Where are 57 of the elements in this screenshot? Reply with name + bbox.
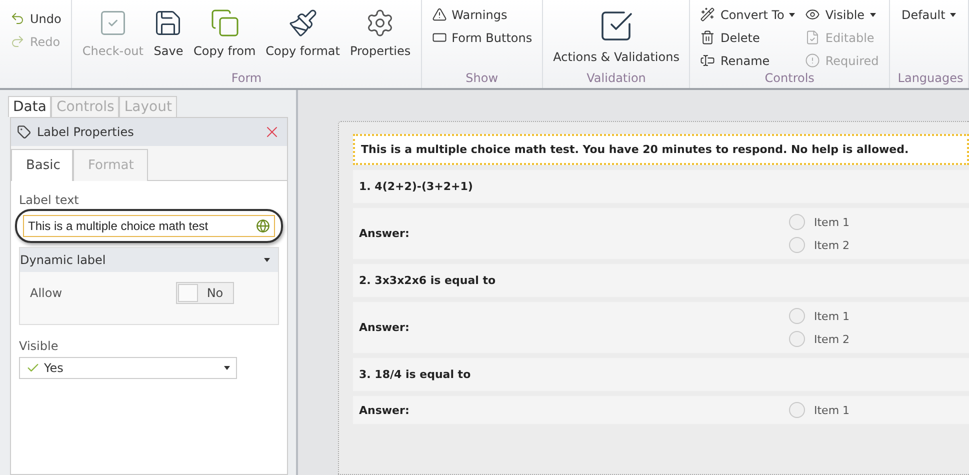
group-title: Show	[464, 71, 500, 87]
caret-icon	[789, 12, 796, 16]
radio-option[interactable]: Item 1	[789, 402, 850, 418]
radio-option[interactable]: Item 2	[789, 331, 850, 347]
section-title: Dynamic label	[20, 253, 106, 267]
panel-title: Label Properties	[37, 125, 135, 139]
sidebar-tab[interactable]: Data	[8, 96, 52, 117]
caret-icon	[224, 366, 230, 370]
ribbon-button[interactable]: Copy format	[264, 4, 342, 62]
caret-icon	[950, 12, 956, 16]
wand-icon	[700, 7, 716, 22]
group-title: Validation	[586, 71, 647, 87]
caret-icon[interactable]	[264, 258, 270, 262]
caret-icon	[870, 12, 876, 16]
globe-icon[interactable]	[256, 219, 270, 233]
alert-icon	[805, 53, 820, 68]
group-title: Controls	[764, 71, 816, 87]
ribbon-button[interactable]: Copy from	[191, 4, 258, 62]
eye-icon	[805, 7, 820, 22]
field-label: Allow	[30, 286, 62, 300]
visible-dropdown[interactable]: Yes	[19, 357, 237, 379]
file-icon	[805, 30, 820, 45]
group-title: Form	[230, 71, 263, 87]
trash-icon	[700, 30, 716, 45]
intro-text[interactable]: This is a multiple choice math test. You have 20 minutes to respond. No help is allowed.	[353, 134, 969, 165]
undo-icon	[10, 11, 25, 26]
radio-option[interactable]: Item 1	[789, 308, 850, 324]
field-label: Label text	[19, 193, 80, 207]
ribbon-button[interactable]: Actions & Validations	[551, 4, 682, 68]
undo-button[interactable]: Undo	[8, 8, 64, 29]
paintbrush-icon	[288, 8, 318, 38]
copy-icon	[210, 8, 240, 38]
ribbon-button[interactable]: Save	[151, 4, 186, 62]
toggle-switch[interactable]: No	[176, 282, 234, 304]
ribbon-button[interactable]: Default	[899, 4, 958, 25]
panel-tab[interactable]: Basic	[11, 149, 73, 181]
answer-label: Answer:	[359, 227, 410, 240]
ribbon-button[interactable]: Rename	[698, 50, 798, 71]
question-title[interactable]: 3. 18/4 is equal to	[353, 358, 969, 391]
tag-icon	[17, 125, 31, 139]
redo-icon	[10, 34, 25, 49]
ribbon-button[interactable]: Properties	[348, 4, 413, 62]
field-label: Visible	[19, 339, 60, 353]
radio-option[interactable]: Item 2	[789, 237, 850, 253]
answer-label: Answer:	[359, 404, 410, 416]
ribbon-button[interactable]: Convert To	[698, 4, 798, 25]
warning-icon	[432, 7, 447, 22]
question-title[interactable]: 2. 3x3x2x6 is equal to	[353, 264, 969, 297]
radio-option[interactable]: Item 1	[789, 214, 850, 230]
label-text-field[interactable]: This is a multiple choice math test	[23, 215, 275, 237]
answer-label: Answer:	[359, 321, 410, 334]
question-title[interactable]: 1. 4(2+2)-(3+2+1)	[353, 170, 969, 203]
ribbon-button[interactable]: Warnings	[430, 4, 534, 25]
ribbon-button[interactable]: Visible	[803, 4, 881, 25]
ribbon-button[interactable]: Delete	[698, 27, 798, 48]
ribbon-button[interactable]: Form Buttons	[430, 27, 534, 48]
rename-icon	[700, 53, 716, 68]
